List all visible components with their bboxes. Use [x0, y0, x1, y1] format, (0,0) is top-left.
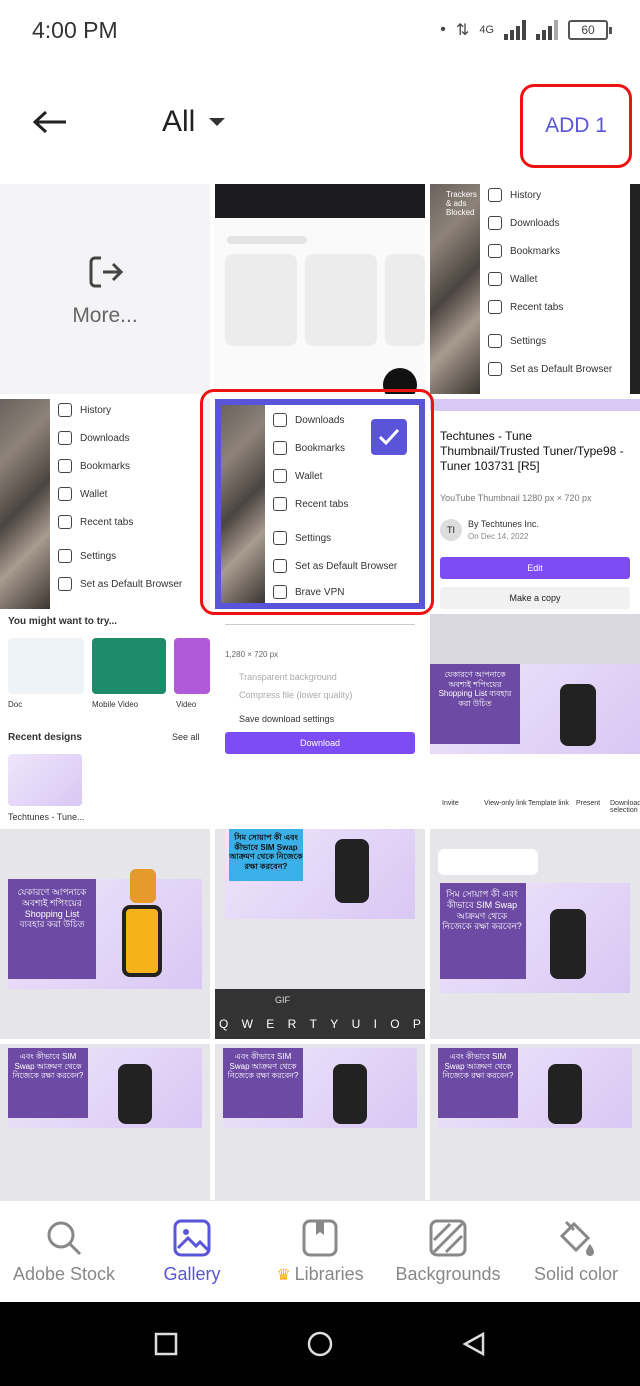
more-tile[interactable]: More...	[0, 184, 210, 394]
placeholder-card	[225, 254, 297, 346]
video-thumb	[174, 638, 210, 694]
wallet-icon	[488, 272, 502, 286]
paint-bucket-icon	[559, 1220, 594, 1256]
gallery-thumb-1[interactable]	[215, 184, 425, 394]
exit-icon	[89, 256, 124, 288]
signal-icon	[504, 20, 526, 40]
photo-rock	[0, 399, 50, 609]
chevron-down-icon	[209, 118, 226, 126]
gallery-thumb-5[interactable]: 1,280 × 720 px Transparent background Co…	[215, 614, 425, 824]
gallery-thumb-12[interactable]: এবং কীভাবে SIM Swap আক্রমণ থেকে নিজেকে র…	[430, 1044, 640, 1200]
history-icon	[58, 403, 72, 417]
backgrounds-icon	[429, 1219, 467, 1257]
home-icon[interactable]	[306, 1330, 334, 1358]
download-button: Download	[225, 732, 415, 754]
gallery-thumb-8[interactable]: সিম সোয়াপ কী এবং কীভাবে SIM Swap আক্রমণ…	[215, 829, 425, 1039]
history-icon	[488, 188, 502, 202]
browser-menu: History Downloads Bookmarks Wallet Recen…	[50, 399, 200, 609]
status-time: 4:00 PM	[32, 16, 118, 43]
recent-design-thumb	[8, 754, 82, 806]
filter-dropdown[interactable]: All	[162, 100, 226, 144]
placeholder-card	[305, 254, 377, 346]
template-title: Techtunes - Tune Thumbnail/Trusted Tuner…	[440, 429, 624, 473]
browser-menu: History Downloads Bookmarks Wallet Recen…	[480, 184, 630, 394]
nav-solid-color[interactable]: Solid color	[512, 1201, 640, 1302]
gallery-thumb-3[interactable]: History Downloads Bookmarks Wallet Recen…	[0, 399, 210, 609]
gallery-thumb-9[interactable]: সিম সোয়াপ কী এবং কীভাবে SIM Swap আক্রমণ…	[430, 829, 640, 1039]
search-icon	[47, 1221, 82, 1256]
thumb-dark-bar	[215, 184, 425, 218]
copy-button: Make a copy	[440, 587, 630, 609]
keyboard: GIF QWERTYUIOP	[215, 989, 425, 1039]
network-type: 4G	[479, 24, 494, 36]
status-icons: • ⇅ 4G 60	[440, 20, 612, 40]
status-bar: 4:00 PM • ⇅ 4G 60	[0, 0, 640, 60]
gallery-grid: More... Trackers & ads Blocked History D…	[0, 184, 640, 1200]
avatar: TI	[440, 519, 462, 541]
gallery-thumb-7[interactable]: যেকারণে আপনাকে অবশ্যই শপিংয়ের Shopping …	[0, 829, 210, 1039]
filter-label: All	[162, 105, 196, 138]
battery-icon: 60	[568, 20, 612, 40]
tracker-text: Trackers & ads Blocked	[446, 190, 477, 217]
data-transfer-icon: ⇅	[455, 22, 470, 39]
download-icon	[488, 216, 502, 230]
nav-adobe-stock[interactable]: Adobe Stock	[0, 1201, 128, 1302]
star-icon	[488, 362, 502, 376]
library-icon	[302, 1219, 338, 1257]
tabs-icon	[58, 515, 72, 529]
template-subtitle: YouTube Thumbnail 1280 px × 720 px	[440, 493, 592, 503]
gallery-thumb-template[interactable]: Techtunes - Tune Thumbnail/Trusted Tuner…	[430, 399, 640, 609]
bottom-nav: Adobe Stock Gallery ♛ Libraries Backgroun…	[0, 1200, 640, 1302]
nav-gallery[interactable]: Gallery	[128, 1201, 256, 1302]
selection-highlight	[200, 389, 434, 615]
gallery-thumb-6[interactable]: যেকারণে আপনাকে অবশ্যই শপিংয়ের Shopping …	[430, 614, 640, 824]
tabs-icon	[488, 300, 502, 314]
arrow-left-icon	[32, 110, 66, 134]
template-author: By Techtunes Inc.	[468, 519, 539, 529]
bookmark-icon	[58, 459, 72, 473]
template-date: On Dec 14, 2022	[468, 532, 529, 541]
bookmark-icon	[488, 244, 502, 258]
back-button[interactable]	[28, 100, 72, 144]
signal-icon-2	[536, 20, 558, 40]
system-nav-bar	[0, 1302, 640, 1386]
placeholder-bar	[227, 236, 307, 244]
settings-icon	[58, 549, 72, 563]
wallet-icon	[58, 487, 72, 501]
mobile-video-thumb	[92, 638, 166, 694]
dot-icon: •	[440, 21, 446, 38]
share-bar: Invite View-only link Template link Pres…	[430, 754, 640, 824]
back-triangle-icon[interactable]	[461, 1331, 487, 1357]
doc-thumb	[8, 638, 84, 694]
gallery-thumb-2[interactable]: Trackers & ads Blocked History Downloads…	[430, 184, 640, 394]
download-icon	[58, 431, 72, 445]
placeholder-card	[385, 254, 425, 346]
gallery-thumb-11[interactable]: এবং কীভাবে SIM Swap আক্রমণ থেকে নিজেকে র…	[215, 1044, 425, 1200]
top-bar: All ADD 1	[0, 72, 640, 172]
gallery-thumb-4[interactable]: You might want to try... Doc Mobile Vide…	[0, 614, 210, 824]
more-label: More...	[72, 304, 138, 327]
edit-button: Edit	[440, 557, 630, 579]
edit-toolbar	[438, 849, 538, 875]
add-label: ADD 1	[545, 114, 607, 137]
recents-icon[interactable]	[153, 1331, 179, 1357]
gallery-thumb-10[interactable]: এবং কীভাবে SIM Swap আক্রমণ থেকে নিজেকে র…	[0, 1044, 210, 1200]
image-icon	[173, 1219, 211, 1257]
nav-libraries[interactable]: ♛ Libraries	[256, 1201, 384, 1302]
crown-icon: ♛	[276, 1267, 291, 1284]
nav-backgrounds[interactable]: Backgrounds	[384, 1201, 512, 1302]
add-button[interactable]: ADD 1	[520, 84, 632, 168]
star-icon	[58, 577, 72, 591]
settings-icon	[488, 334, 502, 348]
